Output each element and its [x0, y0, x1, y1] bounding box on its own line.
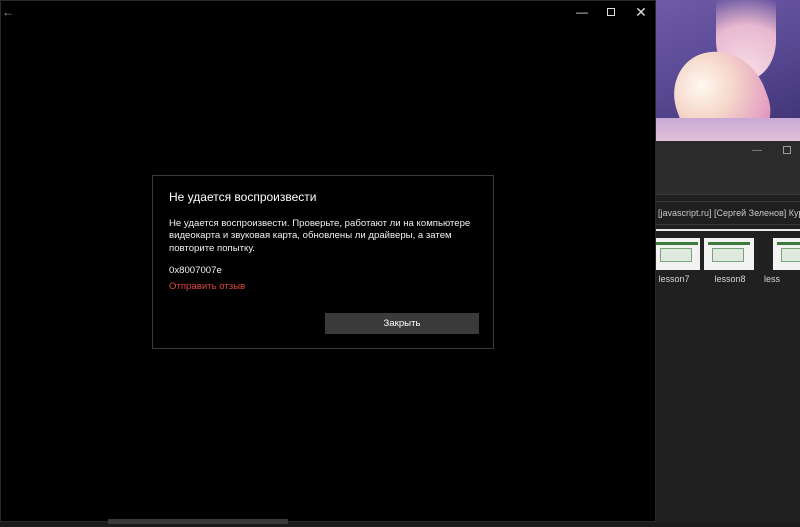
- send-feedback-link[interactable]: Отправить отзыв: [169, 281, 245, 292]
- thumbnail-label[interactable]: lesson8: [700, 274, 760, 284]
- wallpaper-floor: [656, 118, 800, 141]
- error-message: Не удается воспроизвести. Проверьте, раб…: [169, 218, 471, 254]
- dialog-title: Не удается воспроизвести: [169, 190, 317, 204]
- close-icon[interactable]: ✕: [632, 4, 650, 20]
- maximize-icon[interactable]: [783, 146, 791, 154]
- taskbar-item[interactable]: [108, 519, 288, 524]
- divider: [656, 229, 800, 231]
- video-thumbnail[interactable]: [648, 238, 706, 270]
- media-player-window[interactable]: ← — ✕ Не удается воспроизвести Не удаетс…: [0, 0, 656, 522]
- thumbnail-label[interactable]: less: [764, 274, 800, 284]
- address-bar[interactable]: [javascript.ru] [Сергей Зеленов] Курс по: [656, 201, 800, 225]
- video-thumbnail[interactable]: [769, 238, 800, 270]
- explorer-ribbon: [656, 161, 800, 195]
- minimize-icon[interactable]: —: [752, 146, 762, 156]
- minimize-icon[interactable]: —: [573, 4, 591, 20]
- error-dialog: Не удается воспроизвести Не удается восп…: [152, 175, 494, 349]
- file-explorer-window[interactable]: — [javascript.ru] [Сергей Зеленов] Курс …: [648, 141, 800, 527]
- explorer-titlebar[interactable]: —: [656, 141, 800, 161]
- maximize-icon[interactable]: [602, 4, 620, 20]
- error-code: 0x8007007e: [169, 265, 222, 276]
- arrow-left-icon[interactable]: ←: [1, 5, 15, 19]
- close-button[interactable]: Закрыть: [325, 313, 479, 334]
- taskbar: [0, 519, 800, 527]
- video-thumbnail[interactable]: [700, 238, 758, 270]
- desktop-wallpaper: [656, 0, 800, 141]
